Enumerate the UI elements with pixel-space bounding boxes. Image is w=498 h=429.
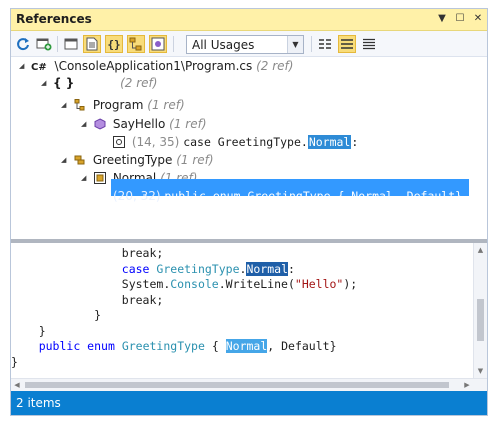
method-icon xyxy=(94,118,106,130)
compact-view-icon[interactable] xyxy=(316,35,334,53)
scroll-thumb[interactable] xyxy=(25,382,449,388)
tree-item-usage-2[interactable]: (20, 32) public enum GreetingType { Norm… xyxy=(113,188,462,205)
detailed-view-icon[interactable] xyxy=(338,35,356,53)
usage-icon xyxy=(113,136,125,148)
scroll-right-icon[interactable]: ▶ xyxy=(461,379,473,391)
references-tree: ◢ C# \ConsoleApplication1\Program.cs (2 … xyxy=(11,57,487,239)
enum-member-icon xyxy=(94,172,106,184)
code-text: break; case GreetingType.Normal: System.… xyxy=(11,246,358,369)
window-icon[interactable] xyxy=(62,35,80,53)
horizontal-scrollbar[interactable]: ◀ ▶ xyxy=(11,378,487,391)
collapse-arrow-icon[interactable]: ◢ xyxy=(61,101,66,109)
ref-count: (2 ref) xyxy=(120,76,158,90)
scroll-down-icon[interactable]: ▼ xyxy=(474,364,487,378)
collapse-arrow-icon[interactable]: ◢ xyxy=(81,174,86,182)
usage-position: (14, 35) xyxy=(131,135,180,149)
ref-count: (1 ref) xyxy=(147,98,185,112)
refresh-icon[interactable] xyxy=(14,35,32,53)
collapse-arrow-icon[interactable]: ◢ xyxy=(61,156,66,164)
tree-label: Program xyxy=(92,98,144,112)
dropdown-arrow-icon[interactable]: ▼ xyxy=(435,12,449,26)
scroll-left-icon[interactable]: ◀ xyxy=(11,379,23,391)
namespace-icon: { } xyxy=(53,76,75,90)
add-window-icon[interactable] xyxy=(35,35,53,53)
panel-title: References xyxy=(16,12,92,26)
class-icon[interactable] xyxy=(149,35,167,53)
hierarchy-icon[interactable] xyxy=(127,35,145,53)
close-icon[interactable]: ✕ xyxy=(471,12,485,26)
toolbar: {} All Usages ▼ xyxy=(11,31,487,57)
class-icon xyxy=(74,99,85,111)
usage-code: public enum GreetingType { Normal, Defau… xyxy=(164,189,463,203)
ref-count: (2 ref) xyxy=(256,59,294,73)
scope-value: All Usages xyxy=(192,38,255,52)
csharp-icon: C# xyxy=(31,62,47,73)
ref-count: (1 ref) xyxy=(176,153,214,167)
file-path: \ConsoleApplication1\Program.cs xyxy=(54,59,253,73)
enum-icon xyxy=(74,155,85,165)
scroll-up-icon[interactable]: ▲ xyxy=(474,243,487,257)
tree-item-usage-1[interactable]: (14, 35) case GreetingType.Normal: xyxy=(113,134,358,151)
title-bar: References ▼ ☐ ✕ xyxy=(11,9,487,31)
tree-item-program[interactable]: Program (1 ref) xyxy=(74,97,185,114)
tree-item-greetingtype[interactable]: GreetingType (1 ref) xyxy=(74,152,214,169)
list-view-icon[interactable] xyxy=(360,35,378,53)
status-bar: 2 items xyxy=(11,391,487,415)
usage-code: case GreetingType.Normal: xyxy=(183,135,359,149)
item-count: 2 items xyxy=(16,396,61,410)
maximize-icon[interactable]: ☐ xyxy=(453,12,467,26)
scroll-thumb[interactable] xyxy=(477,299,484,341)
chevron-down-icon[interactable]: ▼ xyxy=(287,36,303,53)
collapse-arrow-icon[interactable]: ◢ xyxy=(19,62,24,70)
scope-dropdown[interactable]: All Usages ▼ xyxy=(186,35,304,54)
tree-item-sayhello[interactable]: SayHello (1 ref) xyxy=(94,116,207,133)
code-preview: break; case GreetingType.Normal: System.… xyxy=(11,243,473,378)
usage-position: (20, 32) xyxy=(113,189,161,203)
vertical-scrollbar[interactable]: ▲ ▼ xyxy=(473,243,487,378)
tree-label: GreetingType xyxy=(92,153,173,167)
tree-item-file[interactable]: C# \ConsoleApplication1\Program.cs (2 re… xyxy=(31,58,293,75)
tree-label: SayHello xyxy=(112,117,166,131)
document-icon[interactable] xyxy=(83,35,101,53)
ref-count: (1 ref) xyxy=(169,117,207,131)
braces-icon[interactable]: {} xyxy=(105,35,123,53)
collapse-arrow-icon[interactable]: ◢ xyxy=(41,79,46,87)
tree-item-namespace[interactable]: { } (2 ref) xyxy=(53,75,157,92)
references-panel: References ▼ ☐ ✕ {} All Usages ▼ ◢ C# \C… xyxy=(10,8,488,416)
collapse-arrow-icon[interactable]: ◢ xyxy=(81,120,86,128)
